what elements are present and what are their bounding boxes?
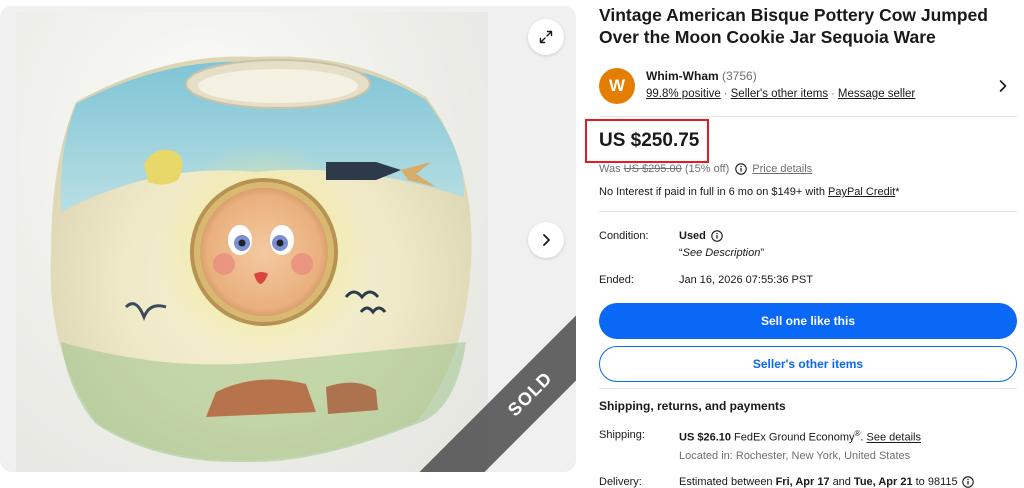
delivery-and: and — [832, 476, 851, 488]
chevron-right-icon[interactable] — [995, 78, 1011, 94]
delivery-end: Tue, Apr 21 — [853, 476, 913, 488]
condition-value-row: Used — [679, 230, 723, 242]
delivery-value: Estimated between Fri, Apr 17 and Tue, A… — [679, 476, 974, 488]
seller-links: 99.8% positive · Seller's other items · Mess… — [646, 88, 915, 100]
separator-dot: · — [723, 88, 728, 100]
price-details-link[interactable]: Price details — [752, 163, 812, 175]
shipping-cost: US $26.10 — [679, 431, 731, 444]
discount: (15% off) — [684, 163, 730, 175]
cookie-jar-image — [50, 56, 472, 463]
delivery-to: to 98115 — [915, 476, 958, 488]
ended-label: Ended: — [599, 274, 634, 286]
divider — [599, 116, 1017, 117]
product-photo[interactable] — [16, 12, 488, 472]
current-price: US $250.75 — [599, 130, 700, 151]
paypal-credit-link[interactable]: PayPal Credit — [828, 186, 895, 198]
message-seller-link[interactable]: Message seller — [838, 88, 915, 100]
next-image-button[interactable] — [528, 222, 564, 258]
divider — [599, 388, 1017, 389]
was-price-line: Was US $295.00 (15% off) Price details — [599, 163, 812, 175]
image-gallery: SOLD — [0, 6, 576, 472]
info-icon[interactable] — [711, 230, 723, 242]
sellers-other-items-button[interactable]: Seller's other items — [599, 346, 1017, 382]
paypal-text: No Interest if paid in full in 6 mo on $… — [599, 186, 825, 198]
seller-other-items-link[interactable]: Seller's other items — [731, 88, 828, 100]
paypal-credit-line: No Interest if paid in full in 6 mo on $… — [599, 186, 900, 198]
chevron-right-icon — [543, 234, 550, 246]
sell-one-like-this-button[interactable]: Sell one like this — [599, 303, 1017, 339]
seller-avatar[interactable]: W — [599, 68, 635, 104]
was-prefix: Was — [599, 163, 621, 175]
condition-value: Used — [679, 230, 706, 242]
delivery-start: Fri, Apr 17 — [775, 476, 830, 488]
condition-label: Condition: — [599, 230, 649, 242]
divider — [599, 211, 1017, 212]
shipping-heading: Shipping, returns, and payments — [599, 399, 786, 413]
listing-title: Vintage American Bisque Pottery Cow Jump… — [599, 5, 988, 47]
info-icon[interactable] — [735, 163, 748, 175]
item-location: Located in: Rochester, New York, United … — [679, 450, 911, 462]
ended-value: Jan 16, 2026 07:55:36 PST — [679, 274, 813, 286]
seller-positive-link[interactable]: 99.8% positive — [646, 88, 721, 100]
paypal-suffix: * — [895, 186, 900, 198]
seller-name-line: Whim-Wham (3756) — [646, 69, 757, 83]
registered-mark: ® — [854, 429, 861, 438]
expand-image-button[interactable] — [528, 19, 564, 55]
shipping-method: FedEx Ground Economy — [734, 431, 855, 444]
expand-icon — [539, 30, 553, 44]
condition-description: “See Description” — [679, 247, 764, 259]
seller-feedback-count[interactable]: (3756) — [722, 69, 757, 83]
seller-name[interactable]: Whim-Wham — [646, 69, 719, 83]
shipping-value: US $26.10 FedEx Ground Economy®. See det… — [679, 429, 921, 444]
separator-dot: · — [831, 88, 835, 100]
quote-close: ” — [760, 247, 764, 259]
delivery-prefix: Estimated between — [679, 476, 773, 488]
delivery-label: Delivery: — [599, 476, 642, 488]
seller-card[interactable]: W Whim-Wham (3756) 99.8% positive · Seller… — [599, 64, 1017, 108]
info-icon[interactable] — [961, 476, 974, 488]
condition-description-text: See Description — [682, 247, 761, 259]
see-details-link[interactable]: See details — [867, 432, 921, 444]
was-price: US $295.00 — [623, 163, 682, 175]
shipping-label: Shipping: — [599, 429, 645, 441]
